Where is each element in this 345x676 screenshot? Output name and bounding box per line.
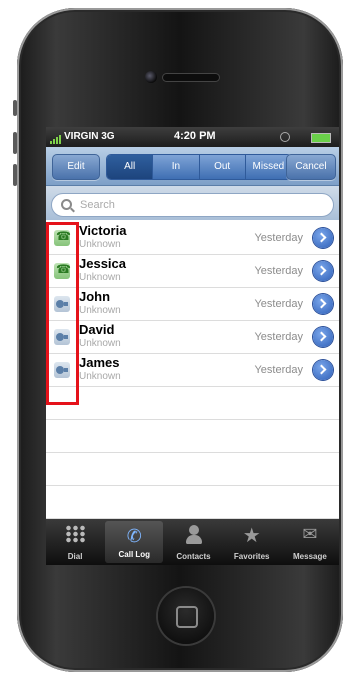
volume-down-button bbox=[13, 164, 17, 186]
call-row-john[interactable]: John Unknown Yesterday bbox=[46, 288, 339, 321]
tab-label: Contacts bbox=[176, 552, 211, 561]
disclosure-arrow-icon[interactable] bbox=[313, 327, 333, 347]
call-type-highlight-box bbox=[46, 222, 79, 405]
tab-contacts[interactable]: Contacts bbox=[164, 519, 222, 565]
disclosure-arrow-icon[interactable] bbox=[313, 261, 333, 281]
caller-name: Victoria bbox=[79, 223, 127, 238]
tab-dial[interactable]: Dial bbox=[46, 519, 104, 565]
contacts-icon bbox=[185, 525, 202, 545]
call-log-list: Victoria Unknown Yesterday Jessica Unkno… bbox=[46, 222, 339, 519]
filter-out-tab[interactable]: Out bbox=[199, 155, 246, 179]
call-row-jessica[interactable]: Jessica Unknown Yesterday bbox=[46, 255, 339, 288]
tab-call-log[interactable]: ✆ Call Log bbox=[105, 521, 164, 563]
earpiece-speaker bbox=[163, 74, 219, 81]
empty-row bbox=[46, 387, 339, 420]
star-icon: ★ bbox=[242, 523, 261, 547]
filter-all-tab[interactable]: All bbox=[107, 155, 154, 179]
signal-strength-icon bbox=[50, 133, 64, 144]
call-filter-segmented-control: All In Out Missed bbox=[106, 154, 292, 180]
tab-label: Call Log bbox=[118, 550, 151, 559]
tab-label: Favorites bbox=[233, 552, 270, 561]
tab-favorites[interactable]: ★ Favorites bbox=[223, 519, 281, 565]
call-log-icon: ✆ bbox=[126, 526, 142, 547]
empty-row bbox=[46, 453, 339, 486]
call-time: Yesterday bbox=[254, 298, 303, 310]
call-log-toolbar: Edit All In Out Missed Cancel bbox=[46, 147, 339, 186]
search-bar bbox=[46, 186, 339, 220]
search-field[interactable] bbox=[51, 193, 334, 217]
filter-missed-tab[interactable]: Missed bbox=[245, 155, 291, 179]
empty-row bbox=[46, 486, 339, 519]
caller-name: John bbox=[79, 289, 111, 304]
caller-label: Unknown bbox=[79, 371, 121, 382]
home-button[interactable] bbox=[158, 588, 214, 644]
caller-label: Unknown bbox=[79, 305, 121, 316]
search-input[interactable] bbox=[80, 197, 320, 213]
cancel-button[interactable]: Cancel bbox=[286, 154, 336, 180]
tab-message[interactable]: ✉ Message bbox=[281, 519, 339, 565]
phone-screen: VIRGIN 3G 4:20 PM Edit All In Out Missed… bbox=[46, 127, 339, 565]
call-row-david[interactable]: David Unknown Yesterday bbox=[46, 321, 339, 354]
keypad-icon bbox=[65, 525, 86, 543]
caller-name: Jessica bbox=[79, 256, 126, 271]
call-row-victoria[interactable]: Victoria Unknown Yesterday bbox=[46, 222, 339, 255]
carrier-name: VIRGIN 3G bbox=[64, 131, 115, 142]
tab-label: Message bbox=[293, 552, 327, 561]
disclosure-arrow-icon[interactable] bbox=[313, 360, 333, 380]
volume-up-button bbox=[13, 132, 17, 154]
envelope-icon: ✉ bbox=[302, 524, 318, 545]
status-time: 4:20 PM bbox=[174, 130, 216, 142]
mute-switch bbox=[13, 100, 17, 116]
call-time: Yesterday bbox=[254, 364, 303, 376]
edit-button[interactable]: Edit bbox=[52, 154, 100, 180]
battery-icon bbox=[311, 133, 331, 143]
status-bar: VIRGIN 3G 4:20 PM bbox=[46, 127, 339, 147]
caller-name: James bbox=[79, 355, 120, 370]
caller-label: Unknown bbox=[79, 272, 121, 283]
call-time: Yesterday bbox=[254, 265, 303, 277]
disclosure-arrow-icon[interactable] bbox=[313, 294, 333, 314]
search-icon bbox=[61, 199, 72, 210]
front-camera-icon bbox=[145, 71, 157, 83]
tab-label: Dial bbox=[67, 552, 83, 561]
call-row-james[interactable]: James Unknown Yesterday bbox=[46, 354, 339, 387]
caller-label: Unknown bbox=[79, 239, 121, 250]
caller-name: David bbox=[79, 322, 115, 337]
rotation-lock-icon bbox=[280, 132, 290, 142]
filter-in-tab[interactable]: In bbox=[153, 155, 200, 179]
disclosure-arrow-icon[interactable] bbox=[313, 228, 333, 248]
caller-label: Unknown bbox=[79, 338, 121, 349]
tab-bar: Dial ✆ Call Log Contacts ★ Favorites ✉ M… bbox=[46, 519, 339, 565]
empty-row bbox=[46, 420, 339, 453]
call-time: Yesterday bbox=[254, 232, 303, 244]
call-time: Yesterday bbox=[254, 331, 303, 343]
